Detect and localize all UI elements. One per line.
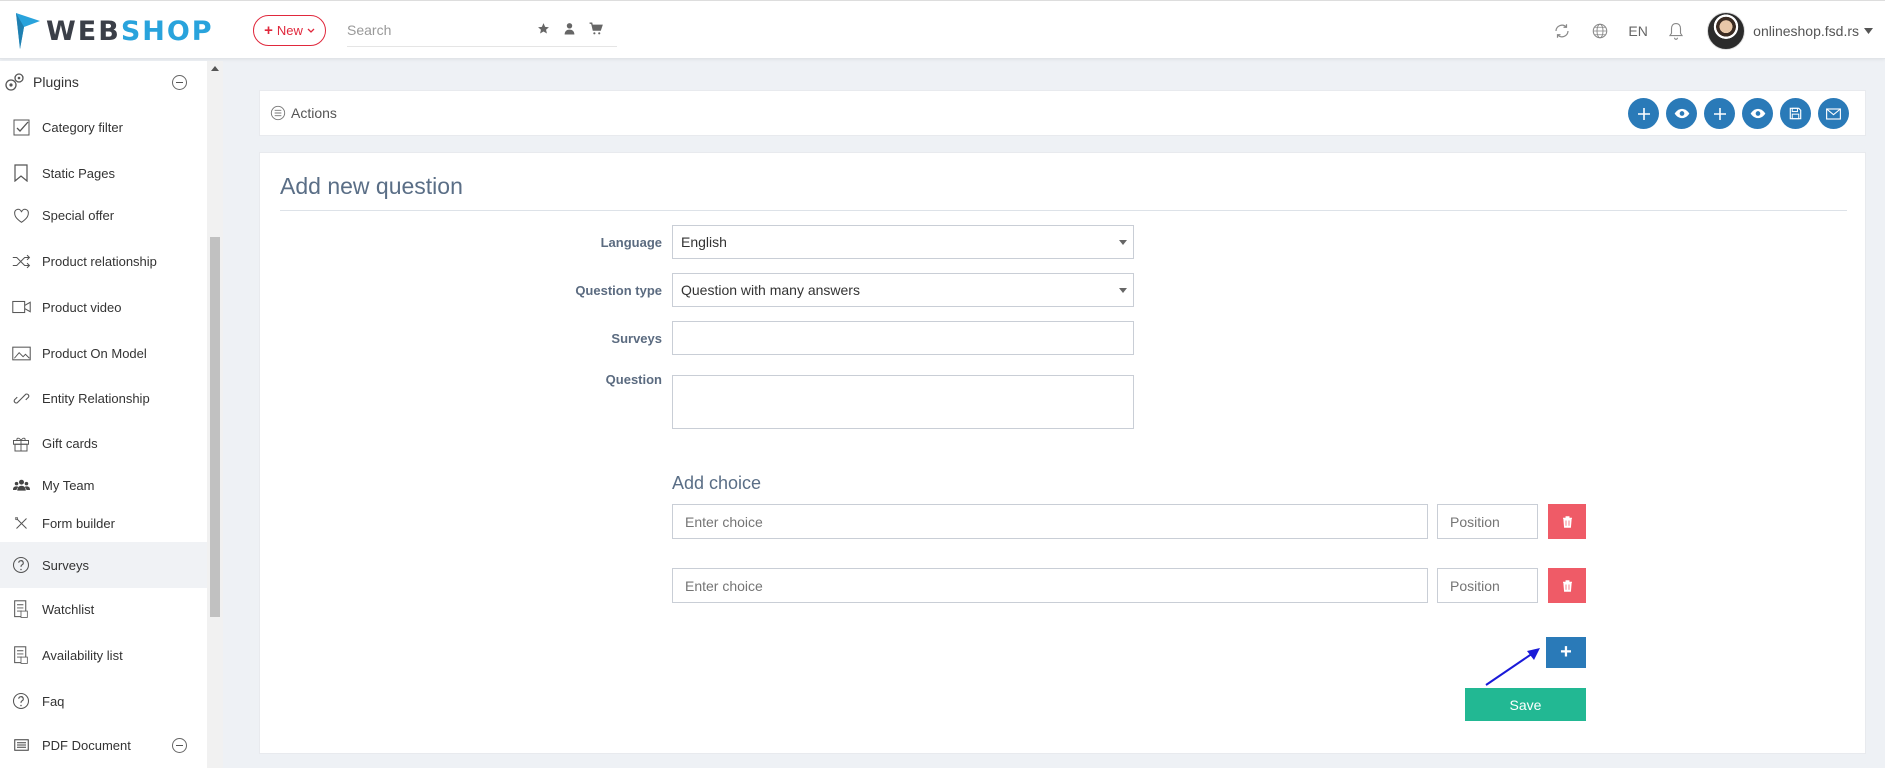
search-bar: [347, 17, 617, 47]
sidebar-item-form-builder[interactable]: Form builder: [0, 507, 207, 539]
plus-icon: [1713, 107, 1726, 120]
delete-choice-button[interactable]: [1548, 504, 1586, 539]
sidebar-item-special-offer[interactable]: Special offer: [0, 199, 207, 231]
question-form-panel: Add new question Language English Questi…: [259, 152, 1866, 754]
question-icon: [0, 556, 42, 574]
menu-circle-icon: [270, 105, 286, 121]
caret-down-icon: [1119, 288, 1127, 293]
sidebar-item-availability-list[interactable]: Availability list: [0, 639, 207, 671]
collapse-icon[interactable]: [172, 74, 187, 90]
collapse-icon[interactable]: [172, 737, 187, 753]
globe-icon[interactable]: [1581, 22, 1619, 40]
annotation-arrow-icon: [1485, 648, 1540, 686]
user-menu[interactable]: onlineshop.fsd.rs: [1753, 23, 1873, 39]
plugins-icon: [0, 72, 30, 92]
bell-icon[interactable]: [1657, 22, 1695, 40]
surveys-input[interactable]: [672, 321, 1134, 355]
add-choice-button[interactable]: +: [1546, 637, 1586, 668]
add-choice-title: Add choice: [672, 473, 762, 493]
link-icon: [0, 390, 42, 407]
user-icon[interactable]: [564, 22, 575, 35]
eye-icon: [1750, 108, 1765, 119]
plus-icon: +: [264, 22, 273, 39]
save-action-button[interactable]: [1780, 98, 1811, 129]
shuffle-icon: [0, 254, 42, 269]
sidebar-item-product-relationship[interactable]: Product relationship: [0, 245, 207, 277]
scrollbar-thumb[interactable]: [210, 237, 220, 617]
image-icon: [0, 346, 42, 361]
scroll-up-icon[interactable]: [211, 66, 219, 71]
question-type-select[interactable]: Question with many answers: [672, 273, 1134, 307]
plus-icon: [1637, 107, 1650, 120]
video-icon: [0, 300, 42, 314]
delete-choice-button[interactable]: [1548, 568, 1586, 603]
envelope-icon: [1826, 107, 1841, 120]
document-icon: [0, 739, 42, 751]
star-icon[interactable]: [537, 22, 550, 35]
choice-input[interactable]: [672, 504, 1428, 539]
question-type-label: Question type: [575, 283, 662, 298]
sidebar-item-static-pages[interactable]: Static Pages: [0, 157, 207, 189]
list-icon: [0, 599, 42, 619]
caret-down-icon: [1119, 240, 1127, 245]
choice-input[interactable]: [672, 568, 1428, 603]
trash-icon: [1562, 579, 1572, 592]
webshop-logo[interactable]: WEBSHOP: [14, 11, 214, 51]
language-label: Language: [600, 235, 662, 250]
position-input[interactable]: [1437, 504, 1538, 539]
language-select[interactable]: English: [672, 225, 1134, 259]
trash-icon: [1562, 515, 1572, 528]
question-label: Question: [605, 372, 662, 387]
email-button[interactable]: [1818, 98, 1849, 129]
logo-flag-icon: [16, 13, 40, 49]
logo-text: WEBSHOP: [46, 15, 214, 47]
chevron-down-icon: [307, 28, 315, 33]
question-textarea[interactable]: [672, 375, 1134, 429]
sidebar-item-product-on-model[interactable]: Product On Model: [0, 337, 207, 369]
add-button[interactable]: [1704, 98, 1735, 129]
search-input[interactable]: [347, 17, 537, 43]
actions-menu[interactable]: Actions: [270, 105, 337, 121]
heart-icon: [0, 208, 42, 223]
position-input[interactable]: [1437, 568, 1538, 603]
floppy-icon: [1789, 107, 1802, 120]
save-button[interactable]: Save: [1465, 688, 1586, 721]
preview-button[interactable]: [1666, 98, 1697, 129]
question-icon: [0, 692, 42, 710]
sidebar-item-watchlist[interactable]: Watchlist: [0, 593, 207, 625]
sidebar-item-category-filter[interactable]: Category filter: [0, 111, 207, 143]
top-header: WEBSHOP + New EN onlineshop.fsd.rs: [0, 0, 1885, 59]
sidebar-section-plugins[interactable]: Plugins: [0, 61, 207, 103]
caret-down-icon: [1864, 27, 1873, 34]
sidebar-item-faq[interactable]: Faq: [0, 685, 207, 717]
preview-button[interactable]: [1742, 98, 1773, 129]
bookmark-icon: [0, 164, 42, 182]
sidebar-item-gift-cards[interactable]: Gift cards: [0, 427, 207, 459]
sidebar-scrollbar[interactable]: [207, 61, 223, 768]
team-icon: [0, 478, 42, 492]
sidebar-item-product-video[interactable]: Product video: [0, 291, 207, 323]
new-button[interactable]: + New: [253, 15, 326, 46]
tools-icon: [0, 516, 42, 531]
sidebar-item-my-team[interactable]: My Team: [0, 469, 207, 501]
sidebar: Plugins Category filter Static Pages Spe…: [0, 61, 207, 768]
checkbox-icon: [0, 119, 42, 136]
add-button[interactable]: [1628, 98, 1659, 129]
list-icon: [0, 645, 42, 665]
sidebar-item-pdf-document[interactable]: PDF Document: [0, 729, 207, 761]
language-switch[interactable]: EN: [1619, 23, 1657, 39]
sidebar-item-surveys[interactable]: Surveys: [0, 542, 207, 588]
refresh-icon[interactable]: [1543, 22, 1581, 40]
actions-bar: Actions: [259, 90, 1866, 136]
gift-icon: [0, 435, 42, 452]
sidebar-item-entity-relationship[interactable]: Entity Relationship: [0, 382, 207, 414]
avatar[interactable]: [1707, 11, 1746, 50]
cart-icon[interactable]: [589, 22, 603, 35]
page-title: Add new question: [280, 173, 1847, 211]
surveys-label: Surveys: [611, 331, 662, 346]
eye-icon: [1674, 108, 1689, 119]
